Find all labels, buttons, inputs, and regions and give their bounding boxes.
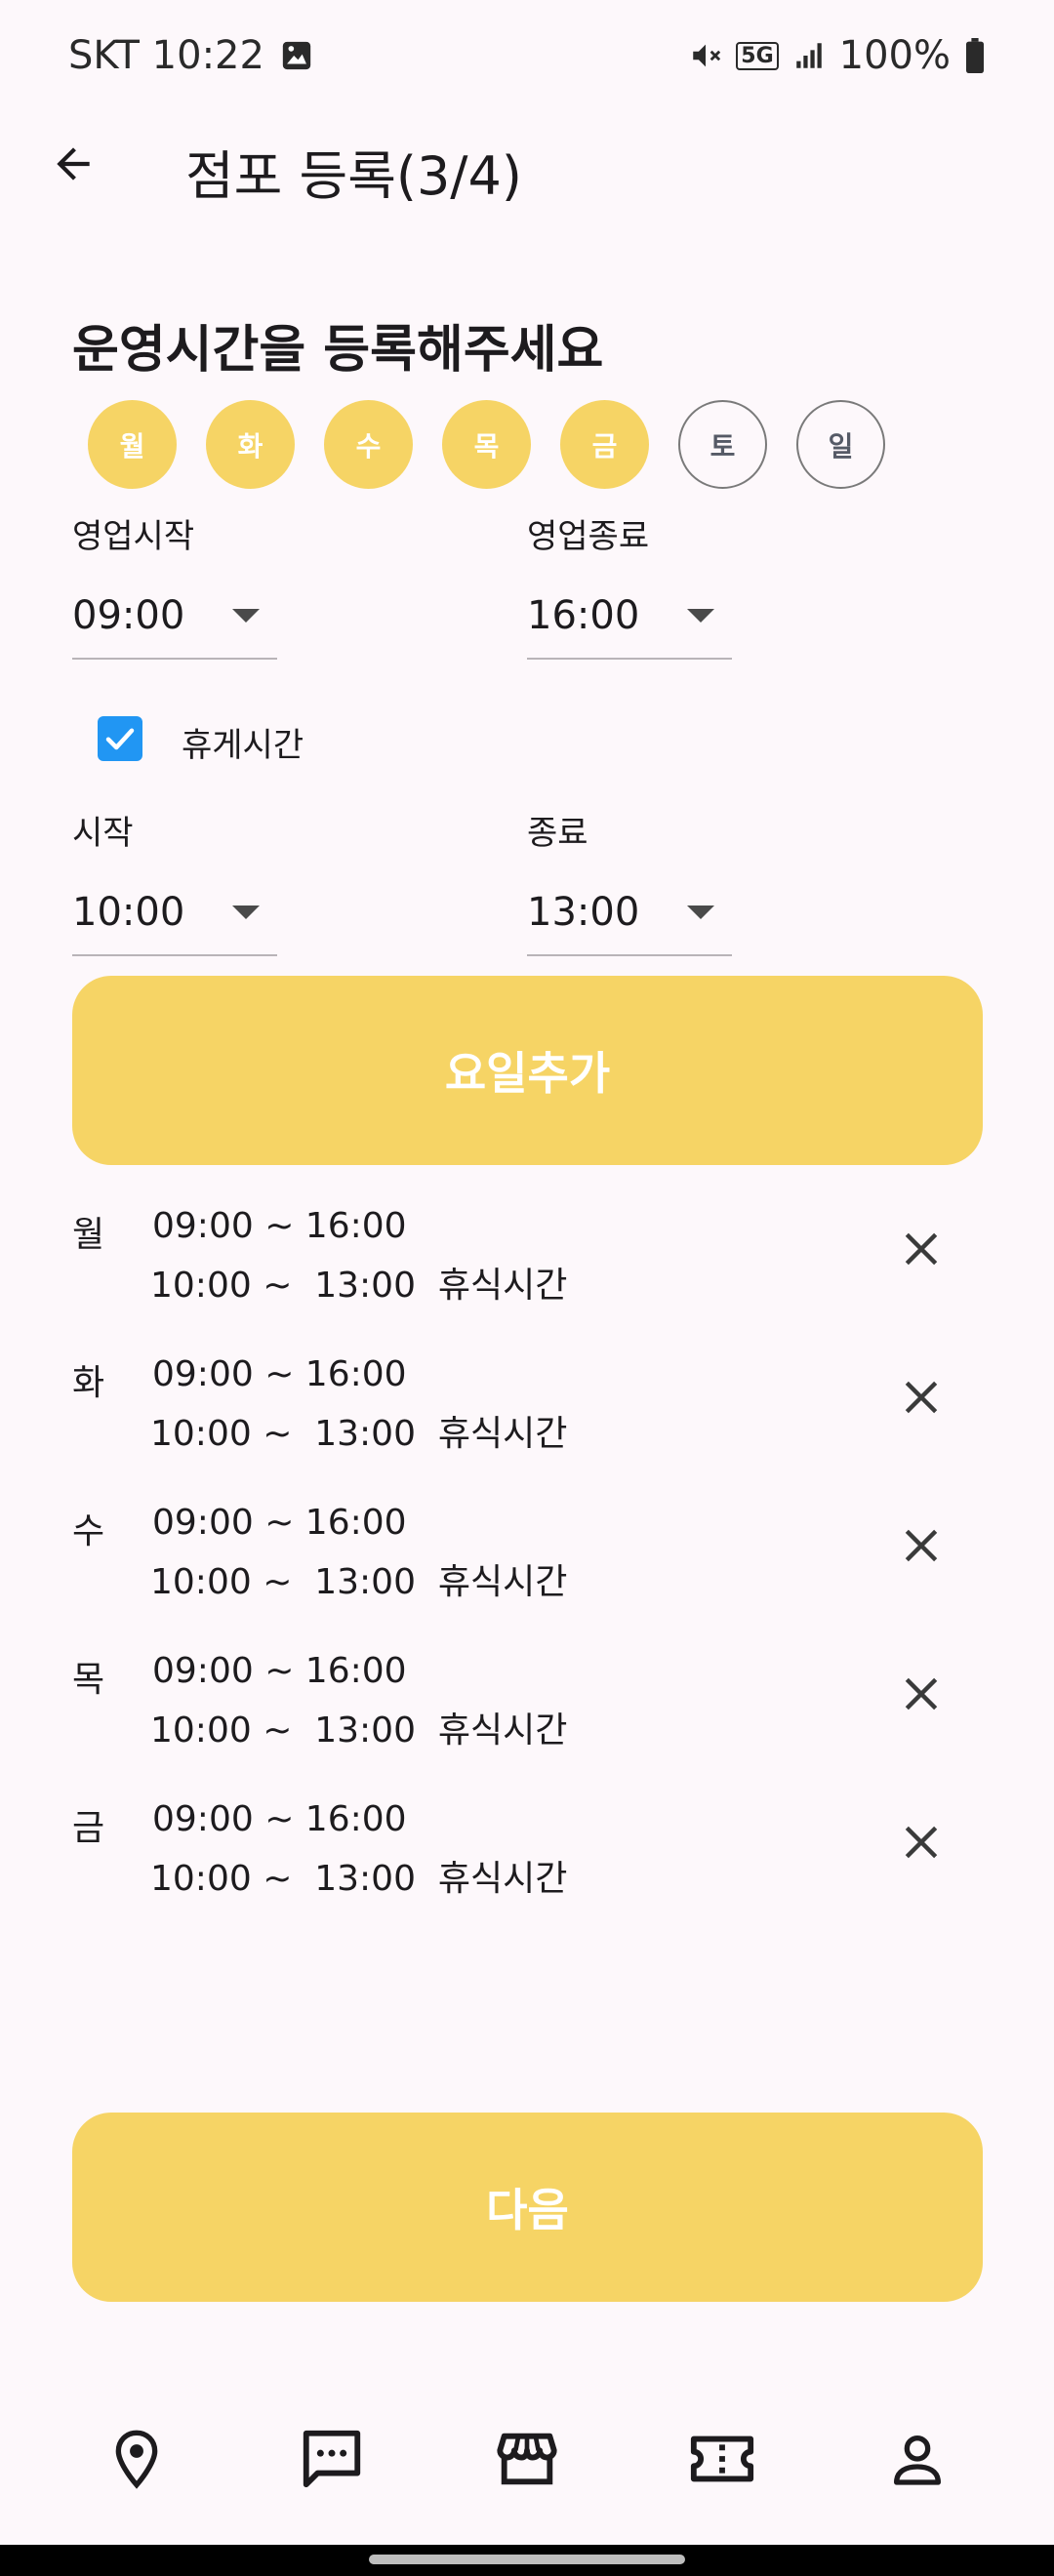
day-selector: 월 화 수 목 금 토 일 (88, 400, 885, 489)
schedule-break: 10:00 ~ 13:00 휴식시간 (150, 1562, 568, 1602)
page-title: 점포 등록(3/4) (185, 145, 522, 207)
day-chip-sun[interactable]: 일 (796, 400, 885, 489)
remove-schedule-button[interactable] (892, 1665, 951, 1723)
schedule-day: 목 (72, 1660, 105, 1700)
business-end-label: 영업종료 (527, 517, 650, 556)
break-start-dropdown[interactable]: 10:00 (72, 870, 277, 956)
schedule-day: 화 (72, 1363, 105, 1403)
schedule-hours: 09:00 ~ 16:00 (152, 1354, 407, 1394)
close-icon (905, 1677, 938, 1711)
business-start-label: 영업시작 (72, 517, 195, 556)
bottom-nav (0, 2373, 1054, 2545)
nav-ticket[interactable] (673, 2410, 771, 2508)
schedule-break: 10:00 ~ 13:00 휴식시간 (150, 1414, 568, 1454)
break-time-checkbox[interactable] (98, 716, 142, 761)
arrow-back-icon (57, 147, 90, 181)
day-chip-fri[interactable]: 금 (560, 400, 649, 489)
back-button[interactable] (39, 125, 107, 203)
chat-icon (303, 2430, 361, 2488)
remove-schedule-button[interactable] (892, 1220, 951, 1278)
day-chip-wed[interactable]: 수 (324, 400, 413, 489)
break-end-dropdown[interactable]: 13:00 (527, 870, 732, 956)
schedule-hours: 09:00 ~ 16:00 (152, 1651, 407, 1691)
dropdown-arrow-icon (232, 906, 260, 919)
remove-schedule-button[interactable] (892, 1368, 951, 1427)
schedule-break: 10:00 ~ 13:00 휴식시간 (150, 1266, 568, 1306)
break-time-label: 휴게시간 (182, 726, 304, 765)
schedule-row: 수 09:00 ~ 16:00 10:00 ~ 13:00 휴식시간 (72, 1503, 983, 1620)
schedule-hours: 09:00 ~ 16:00 (152, 1206, 407, 1246)
nav-chat[interactable] (283, 2410, 381, 2508)
person-icon (894, 2435, 941, 2485)
schedule-day: 수 (72, 1511, 105, 1551)
gallery-notification-icon (282, 41, 311, 70)
nav-store[interactable] (478, 2410, 576, 2508)
dropdown-arrow-icon (232, 609, 260, 623)
section-heading: 운영시간을 등록해주세요 (72, 321, 604, 380)
business-start-value: 09:00 (72, 593, 185, 638)
nav-profile[interactable] (869, 2410, 966, 2508)
nav-map[interactable] (88, 2410, 185, 2508)
business-end-dropdown[interactable]: 16:00 (527, 574, 732, 660)
battery-icon (966, 38, 984, 73)
check-icon (105, 728, 135, 750)
close-icon (905, 1232, 938, 1266)
schedule-row: 화 09:00 ~ 16:00 10:00 ~ 13:00 휴식시간 (72, 1354, 983, 1471)
day-chip-tue[interactable]: 화 (206, 400, 295, 489)
schedule-hours: 09:00 ~ 16:00 (152, 1799, 407, 1839)
day-chip-mon[interactable]: 월 (88, 400, 177, 489)
status-right: 5G 100% (689, 33, 986, 78)
schedule-row: 금 09:00 ~ 16:00 10:00 ~ 13:00 휴식시간 (72, 1799, 983, 1916)
status-time: SKT 10:22 (68, 33, 264, 78)
status-left: SKT 10:22 (68, 33, 313, 78)
schedule-break: 10:00 ~ 13:00 휴식시간 (150, 1711, 568, 1751)
schedule-hours: 09:00 ~ 16:00 (152, 1503, 407, 1543)
schedule-day: 월 (72, 1215, 105, 1255)
day-chip-thu[interactable]: 목 (442, 400, 531, 489)
add-day-button[interactable]: 요일추가 (72, 976, 983, 1165)
gesture-handle[interactable] (369, 2555, 685, 2564)
battery-percent: 100% (838, 33, 951, 78)
close-icon (905, 1529, 938, 1562)
close-icon (905, 1826, 938, 1859)
ticket-icon (690, 2435, 754, 2482)
close-icon (905, 1381, 938, 1414)
break-end-label: 종료 (527, 814, 588, 853)
schedule-row: 목 09:00 ~ 16:00 10:00 ~ 13:00 휴식시간 (72, 1651, 983, 1768)
dropdown-arrow-icon (687, 609, 714, 623)
business-start-dropdown[interactable]: 09:00 (72, 574, 277, 660)
location-pin-icon (115, 2430, 158, 2489)
business-end-value: 16:00 (527, 593, 640, 638)
break-start-value: 10:00 (72, 890, 185, 935)
store-icon (497, 2433, 557, 2485)
signal-icon (795, 43, 822, 68)
schedule-break: 10:00 ~ 13:00 휴식시간 (150, 1859, 568, 1899)
status-bar: SKT 10:22 5G 100% (0, 0, 1054, 115)
mute-icon (693, 44, 721, 67)
schedule-day: 금 (72, 1808, 105, 1848)
dropdown-arrow-icon (687, 906, 714, 919)
schedule-row: 월 09:00 ~ 16:00 10:00 ~ 13:00 휴식시간 (72, 1206, 983, 1323)
remove-schedule-button[interactable] (892, 1516, 951, 1575)
network-type: 5G (736, 41, 779, 70)
remove-schedule-button[interactable] (892, 1813, 951, 1872)
day-chip-sat[interactable]: 토 (678, 400, 767, 489)
break-start-label: 시작 (72, 814, 134, 853)
break-end-value: 13:00 (527, 890, 640, 935)
next-button[interactable]: 다음 (72, 2113, 983, 2302)
